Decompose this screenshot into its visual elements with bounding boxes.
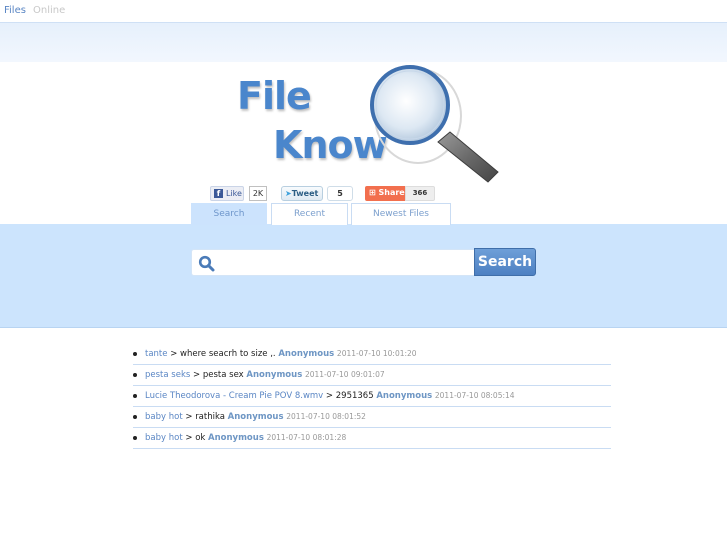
logo-text-file: File xyxy=(237,74,312,118)
separator: > xyxy=(193,370,201,380)
plus-icon: ⊞ xyxy=(369,188,376,197)
facebook-like-button[interactable]: f Like xyxy=(210,186,244,201)
tab-search[interactable]: Search xyxy=(191,203,267,225)
query-link[interactable]: pesta seks xyxy=(145,370,190,380)
query-link[interactable]: tante xyxy=(145,349,168,359)
nav-online-link[interactable]: Online xyxy=(33,5,65,16)
share-count: 366 xyxy=(405,186,435,201)
timestamp: 2011-07-10 08:01:52 xyxy=(286,412,366,421)
facebook-like-count: 2K xyxy=(249,186,267,201)
search-term: pesta sex xyxy=(202,370,244,380)
timestamp: 2011-07-10 09:01:07 xyxy=(304,370,385,379)
list-item: tante > where seacrh to size ,. Anonymou… xyxy=(133,344,611,365)
site-logo[interactable]: File Know xyxy=(230,60,510,185)
search-field xyxy=(191,249,475,276)
user-name: Anonymous xyxy=(208,433,264,443)
separator: > xyxy=(325,391,334,401)
facebook-icon: f xyxy=(214,189,223,198)
recent-searches-list: tante > where seacrh to size ,. Anonymou… xyxy=(133,344,611,449)
query-link[interactable]: baby hot xyxy=(145,433,183,443)
nav-files-link[interactable]: Files xyxy=(4,5,26,16)
list-item: baby hot > ok Anonymous 2011-07-10 08:01… xyxy=(133,428,611,449)
list-item: Lucie Theodorova - Cream Pie POV 8.wmv >… xyxy=(133,386,611,407)
twitter-bird-icon: ➤ xyxy=(285,189,292,198)
top-nav: Files Online xyxy=(0,0,727,22)
search-button[interactable]: Search xyxy=(474,248,536,276)
timestamp: 2011-07-10 10:01:20 xyxy=(336,349,417,358)
magnifying-glass-icon xyxy=(370,65,499,183)
search-panel xyxy=(0,224,727,328)
query-link[interactable]: baby hot xyxy=(145,412,183,422)
user-name: Anonymous xyxy=(246,370,303,380)
separator: > xyxy=(185,412,193,422)
separator: > xyxy=(170,349,178,359)
separator: > xyxy=(185,433,193,443)
search-icon xyxy=(198,255,215,272)
tweet-button[interactable]: ➤Tweet xyxy=(281,186,323,201)
share-button[interactable]: ⊞ Share xyxy=(365,186,405,201)
tab-recent[interactable]: Recent xyxy=(271,203,348,225)
user-name: Anonymous xyxy=(278,349,335,359)
search-term: ok xyxy=(195,433,206,443)
search-term: rathika xyxy=(195,412,225,422)
user-name: Anonymous xyxy=(227,412,284,422)
list-item: baby hot > rathika Anonymous 2011-07-10 … xyxy=(133,407,611,428)
search-term: 2951365 xyxy=(335,391,374,401)
query-link[interactable]: Lucie Theodorova - Cream Pie POV 8.wmv xyxy=(145,391,323,401)
search-input[interactable] xyxy=(220,253,470,273)
header-band xyxy=(0,22,727,62)
timestamp: 2011-07-10 08:01:28 xyxy=(266,433,347,442)
timestamp: 2011-07-10 08:05:14 xyxy=(434,391,515,400)
tab-newest-files[interactable]: Newest Files xyxy=(351,203,451,225)
user-name: Anonymous xyxy=(376,391,433,401)
search-term: where seacrh to size ,. xyxy=(180,349,276,359)
tweet-count: 5 xyxy=(327,186,353,201)
list-item: pesta seks > pesta sex Anonymous 2011-07… xyxy=(133,365,611,386)
